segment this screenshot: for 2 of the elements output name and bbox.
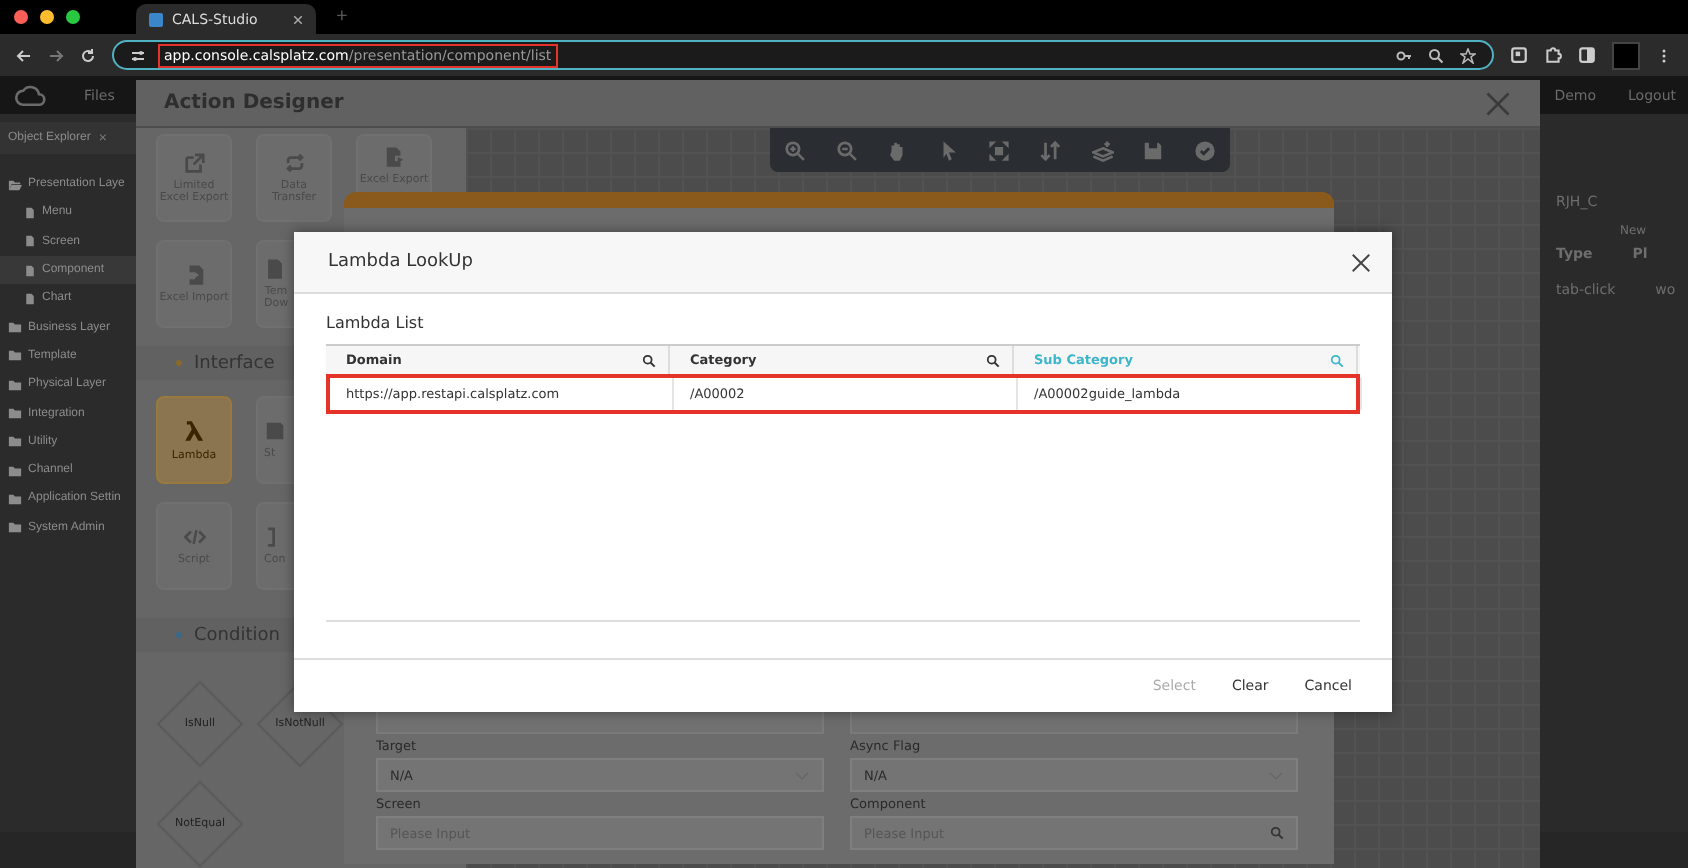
list-title: Lambda List xyxy=(326,314,426,332)
dialog-title: Lambda LookUp xyxy=(328,252,473,272)
